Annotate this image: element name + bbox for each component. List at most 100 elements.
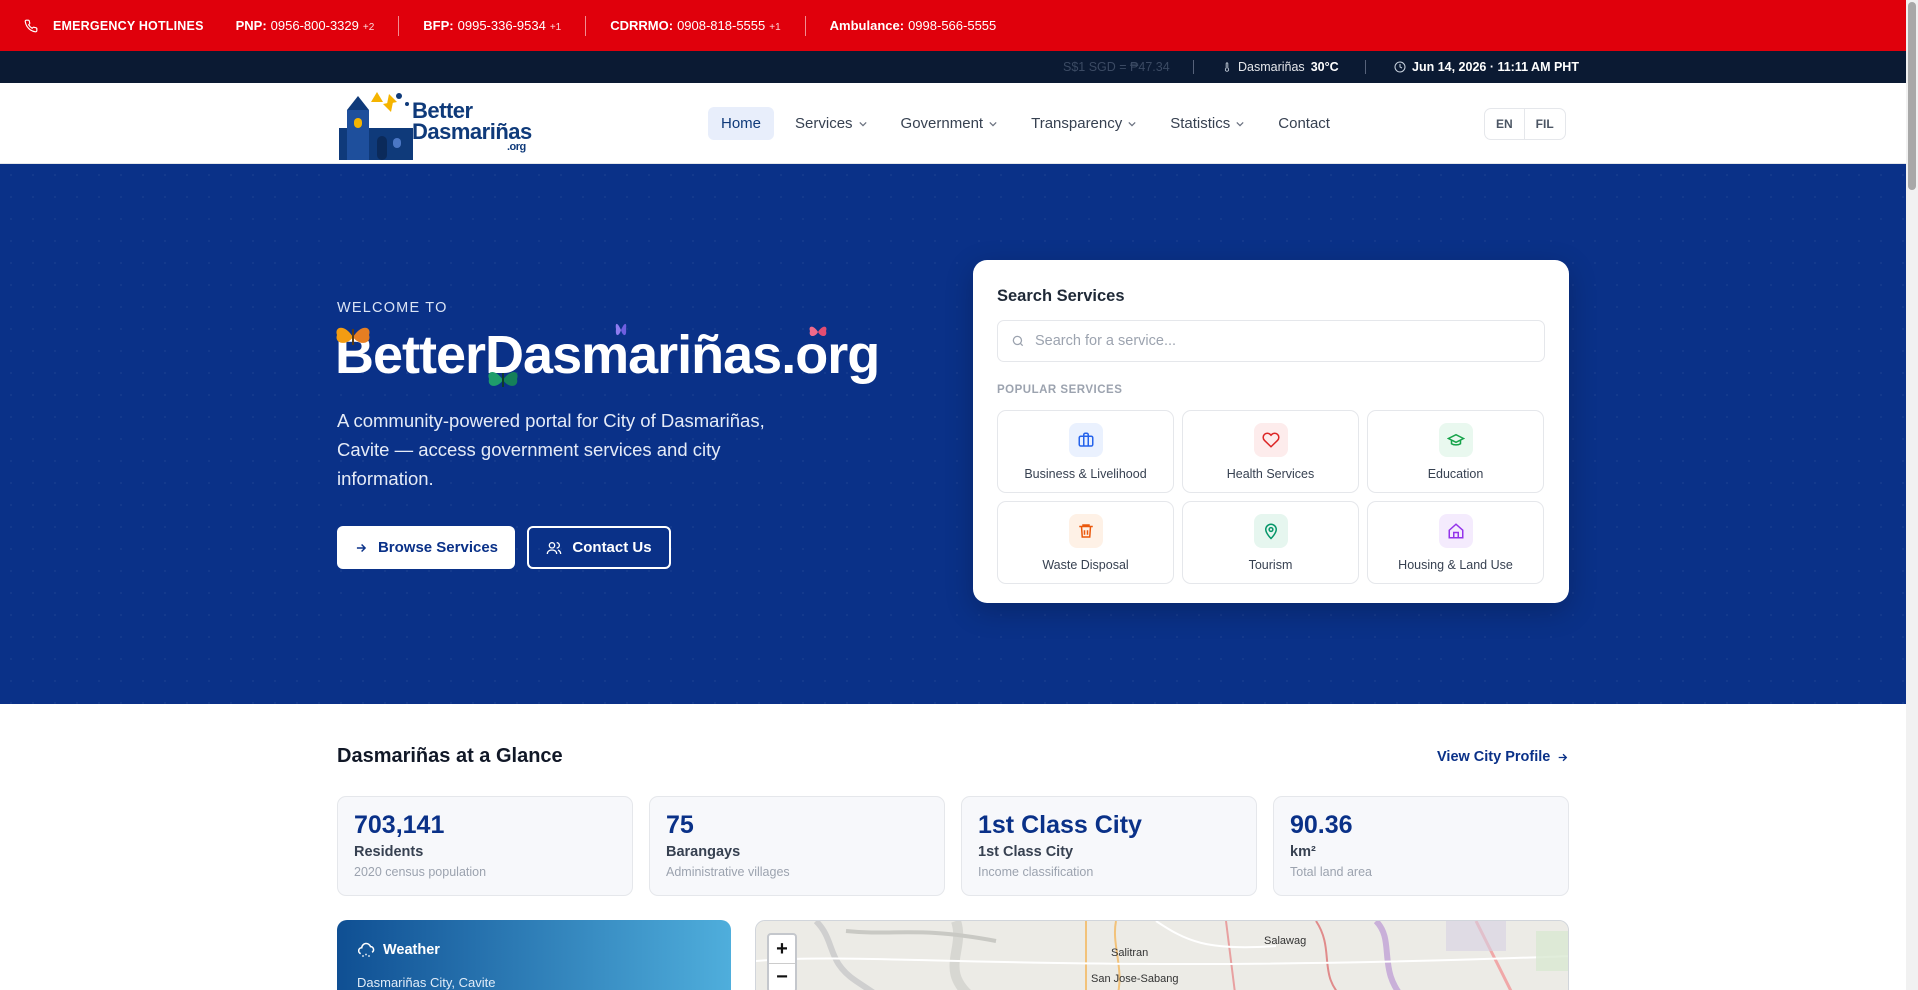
- info-bar: S$1 SGD = ₱47.34 Dasmariñas 30°C Jun 14,…: [0, 51, 1906, 83]
- search-services-card: Search Services POPULAR SERVICES Busines…: [973, 260, 1569, 603]
- stat-value: 703,141: [354, 811, 445, 839]
- stat-value: 75: [666, 811, 694, 839]
- divider: [398, 15, 400, 36]
- zoom-out-button[interactable]: −: [769, 963, 795, 990]
- nav-government[interactable]: Government: [888, 107, 1011, 140]
- stat-desc: 2020 census population: [354, 865, 487, 879]
- date-time: Jun 14, 2026 · 11:11 AM PHT: [1394, 60, 1579, 74]
- service-housing-land-use[interactable]: Housing & Land Use: [1367, 501, 1544, 584]
- service-tourism[interactable]: Tourism: [1182, 501, 1359, 584]
- popular-services-label: POPULAR SERVICES: [997, 384, 1123, 396]
- stats-row: 703,141 Residents 2020 census population…: [337, 796, 1569, 896]
- hotline-bfp[interactable]: BFP: 0995-336-9534 +1: [423, 18, 561, 33]
- search-box[interactable]: [997, 320, 1545, 362]
- service-business-livelihood[interactable]: Business & Livelihood: [997, 410, 1174, 493]
- stat-desc: Total land area: [1290, 865, 1373, 879]
- hero-section: WELCOME TO BetterDasmariñas.org A commun…: [0, 164, 1906, 704]
- hero-title: BetterDasmariñas.org: [335, 325, 880, 385]
- main-nav: Better Dasmariñas .org Home Services Gov…: [0, 83, 1906, 164]
- stat-desc: Administrative villages: [666, 865, 790, 879]
- trash-icon: [1078, 524, 1093, 538]
- stat-desc: Income classification: [978, 865, 1094, 879]
- users-icon: [547, 541, 562, 554]
- map-zoom-control: + −: [767, 933, 797, 990]
- weather-card: Weather Dasmariñas City, Cavite: [337, 920, 731, 990]
- emergency-hotline-bar: EMERGENCY HOTLINES PNP: 0956-800-3329 +2 B…: [0, 0, 1906, 51]
- nav-statistics[interactable]: Statistics: [1157, 107, 1257, 140]
- popular-services-grid: Business & Livelihood Health Services Ed…: [997, 410, 1545, 584]
- scrollbar-thumb[interactable]: [1908, 2, 1916, 190]
- home-icon: [1448, 523, 1463, 539]
- stat-label: 1st Class City: [978, 844, 1074, 860]
- map-pin-icon: [1264, 523, 1277, 540]
- chevron-down-icon: [989, 121, 997, 126]
- site-logo[interactable]: Better Dasmariñas .org: [337, 88, 550, 160]
- contact-us-button[interactable]: Contact Us: [527, 526, 671, 569]
- service-waste-disposal[interactable]: Waste Disposal: [997, 501, 1174, 584]
- glance-title: Dasmariñas at a Glance: [337, 745, 563, 767]
- map-label: Salawag: [1264, 935, 1307, 947]
- divider: [585, 15, 587, 36]
- divider: [1193, 60, 1194, 74]
- nav-contact[interactable]: Contact: [1265, 107, 1343, 140]
- stat-label: km²: [1290, 844, 1316, 860]
- datetime-text: Jun 14, 2026 · 11:11 AM PHT: [1412, 60, 1579, 74]
- butterfly-green-icon: [488, 371, 518, 387]
- chevron-down-icon: [1128, 121, 1136, 126]
- stat-label: Residents: [354, 844, 424, 860]
- divider: [804, 15, 806, 36]
- stat-card: 703,141 Residents 2020 census population: [337, 796, 633, 896]
- weather-title: Weather: [357, 941, 440, 959]
- search-input[interactable]: [1035, 333, 1515, 349]
- logo-wordmark: Better Dasmariñas .org: [412, 98, 532, 153]
- language-switcher: EN FIL: [1484, 108, 1566, 140]
- briefcase-icon: [1078, 432, 1093, 447]
- page-scrollbar[interactable]: [1906, 0, 1918, 990]
- arrow-right-icon: [1559, 753, 1568, 761]
- nav-transparency[interactable]: Transparency: [1018, 107, 1149, 140]
- lang-fil-button[interactable]: FIL: [1523, 109, 1565, 139]
- city-map[interactable]: + − Salitran Salawag San Jose-Sabang: [755, 920, 1569, 990]
- phone-icon: [24, 19, 38, 32]
- butterfly-orange-icon: [336, 327, 370, 345]
- stat-card: 1st Class City 1st Class City Income cla…: [961, 796, 1257, 896]
- nav-menu: Home Services Government Transparency St…: [708, 107, 1343, 140]
- search-icon: [1012, 335, 1024, 347]
- hotline-cdrrmo[interactable]: CDRRMO: 0908-818-5555 +1: [610, 18, 780, 33]
- zoom-in-button[interactable]: +: [769, 935, 795, 963]
- graduation-cap-icon: [1446, 433, 1465, 446]
- view-city-profile-link[interactable]: View City Profile: [1437, 749, 1569, 765]
- temperature: 30°C: [1310, 60, 1339, 74]
- heart-icon: [1261, 432, 1280, 448]
- weather-location: Dasmariñas City, Cavite: [357, 975, 496, 990]
- stat-card: 75 Barangays Administrative villages: [649, 796, 945, 896]
- hero-description: A community-powered portal for City of D…: [337, 410, 765, 489]
- exchange-rate: S$1 SGD = ₱47.34: [1063, 60, 1170, 74]
- location-name: Dasmariñas: [1238, 60, 1305, 74]
- butterfly-pink-icon: [809, 326, 827, 337]
- lang-en-button[interactable]: EN: [1485, 109, 1524, 139]
- chevron-down-icon: [858, 121, 867, 126]
- thermometer-icon: [1224, 62, 1230, 72]
- nav-services[interactable]: Services: [782, 107, 880, 140]
- hero-welcome: WELCOME TO: [337, 300, 448, 316]
- service-health[interactable]: Health Services: [1182, 410, 1359, 493]
- map-label: Salitran: [1111, 947, 1149, 959]
- nav-home[interactable]: Home: [708, 107, 775, 140]
- browse-services-button[interactable]: Browse Services: [337, 526, 515, 569]
- emergency-title: EMERGENCY HOTLINES: [53, 18, 204, 33]
- cloud-rain-icon: [357, 942, 375, 957]
- map-label: San Jose-Sabang: [1091, 973, 1179, 985]
- arrow-right-icon: [356, 543, 367, 552]
- service-education[interactable]: Education: [1367, 410, 1544, 493]
- butterfly-purple-icon: [615, 323, 627, 336]
- church-logo-icon: [339, 92, 413, 160]
- stat-value: 1st Class City: [978, 811, 1142, 839]
- divider: [1365, 60, 1366, 74]
- hotline-ambulance[interactable]: Ambulance: 0998-566-5555: [830, 18, 997, 33]
- clock-icon: [1394, 61, 1406, 73]
- hotline-pnp[interactable]: PNP: 0956-800-3329 +2: [236, 18, 375, 33]
- search-title: Search Services: [997, 287, 1125, 305]
- stat-value: 90.36: [1290, 811, 1353, 839]
- stat-card: 90.36 km² Total land area: [1273, 796, 1569, 896]
